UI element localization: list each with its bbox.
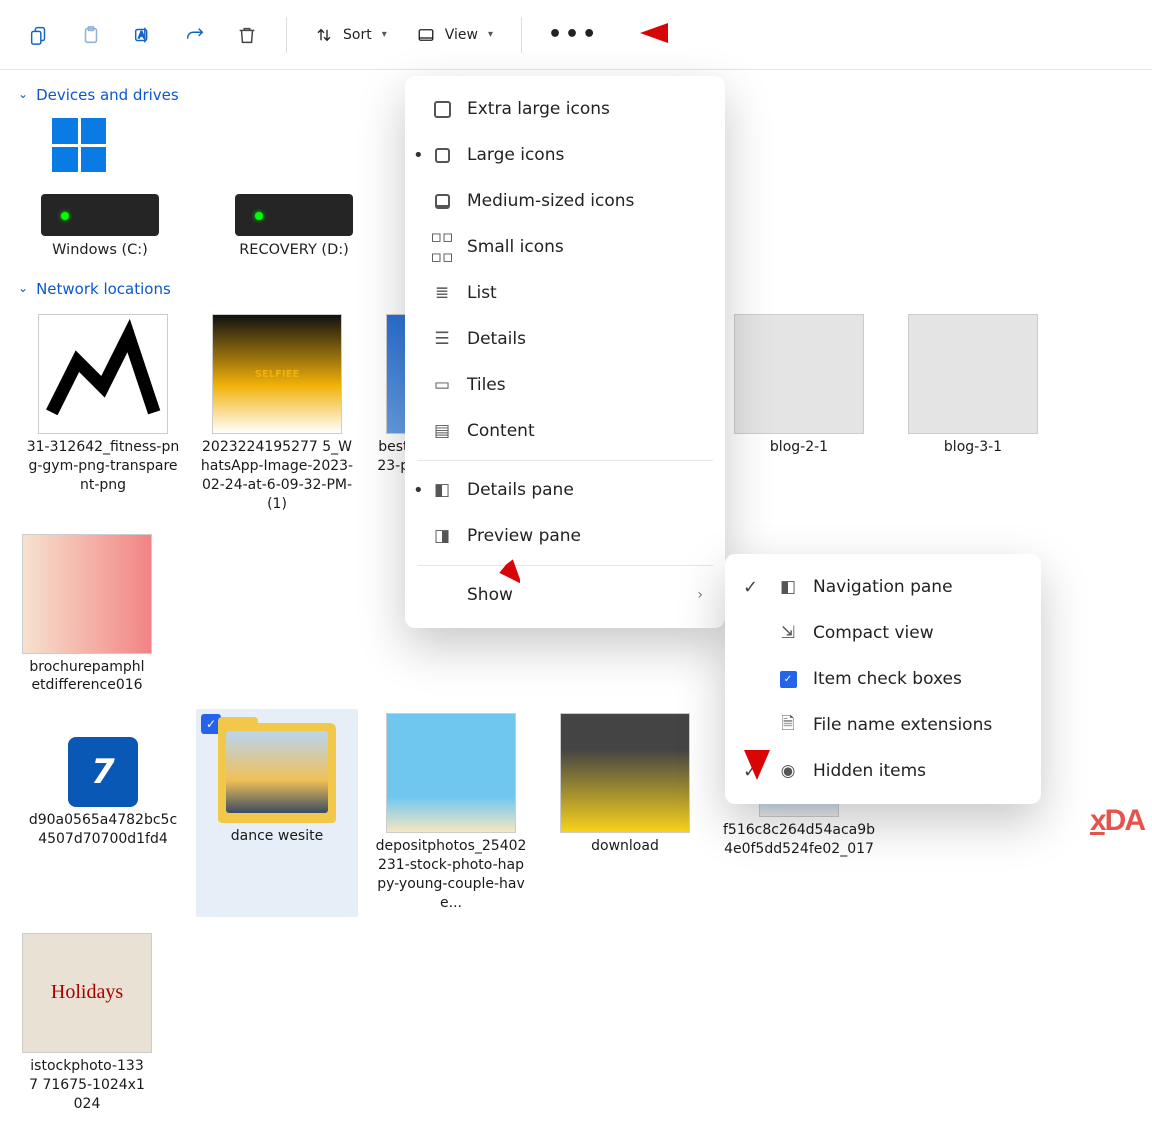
file-item[interactable]: depositphotos_25402231-stock-photo-happy… [370,709,532,917]
file-item[interactable]: download [544,709,706,917]
menu-item-extra-large[interactable]: Extra large icons [405,86,725,132]
chevron-down-icon: ▾ [382,29,387,40]
list-icon: ≣ [431,283,453,303]
thumbnail [22,534,152,654]
thumbnail: 7 [68,737,138,807]
small-icon: ▫▫▫▫ [431,227,453,267]
drive-d-icon [234,116,354,236]
thumbnail: Holidays [22,933,152,1053]
menu-item-details[interactable]: ☰Details [405,316,725,362]
paste-icon[interactable] [68,14,114,56]
rename-icon[interactable]: A [120,14,166,56]
windows-logo-icon [52,118,106,172]
watermark: xDA [1090,804,1144,838]
file-item[interactable]: blog-2-1 [718,310,880,518]
delete-icon[interactable] [224,14,270,56]
annotation-arrow [640,18,770,48]
file-item[interactable]: 31-312642_fitness-png-gym-png-transparen… [22,310,184,518]
annotation-arrow [740,610,774,780]
chevron-right-icon: › [697,587,703,603]
thumbnail [560,713,690,833]
tiles-icon: ▭ [431,375,453,395]
file-item[interactable]: blog-3-1 [892,310,1054,518]
medium-icon [431,194,453,209]
toolbar: A Sort ▾ View ▾ ••• [0,0,1152,70]
content-icon: ▤ [431,421,453,441]
extra-large-icon [431,101,453,118]
navigation-pane-icon: ◧ [777,577,799,597]
view-dropdown[interactable]: View ▾ [405,14,505,56]
sort-icon [315,26,333,44]
file-icon: 🗎 [777,711,799,740]
large-icon [431,148,453,163]
chevron-down-icon: ⌄ [18,87,28,101]
thumbnail [38,314,168,434]
file-item[interactable]: Holidaysistockphoto-1337 71675-1024x1024 [22,929,152,1118]
check-icon: ✓ [743,577,758,598]
chevron-down-icon: ⌄ [18,281,28,295]
sort-dropdown[interactable]: Sort ▾ [303,14,399,56]
folder-item-selected[interactable]: ✓ dance wesite [196,709,358,917]
thumbnail [386,713,516,833]
menu-item-content[interactable]: ▤Content [405,408,725,454]
more-button[interactable]: ••• [538,14,609,56]
drive-c[interactable]: Windows (C:) [30,116,170,258]
thumbnail: SELFIEE [212,314,342,434]
sort-label: Sort [343,27,372,43]
share-icon[interactable] [172,14,218,56]
menu-item-list[interactable]: ≣List [405,270,725,316]
annotation-arrow [410,486,520,586]
separator [521,17,522,53]
checkbox-icon [777,671,799,688]
compact-icon: ⇲ [777,623,799,643]
file-item[interactable]: 7d90a0565a4782bc5c4507d70700d1fd4 [22,709,184,917]
details-icon: ☰ [431,329,453,349]
copy-icon[interactable] [16,14,62,56]
file-item[interactable]: brochurepamphletdifference016 [22,530,152,700]
menu-item-small[interactable]: ▫▫▫▫Small icons [405,224,725,270]
menu-item-tiles[interactable]: ▭Tiles [405,362,725,408]
network-label: Network locations [36,280,171,298]
drive-d-label: RECOVERY (D:) [239,242,349,258]
view-label: View [445,27,478,43]
thumbnail [734,314,864,434]
menu-item-large[interactable]: •Large icons [405,132,725,178]
separator [286,17,287,53]
drive-d[interactable]: RECOVERY (D:) [224,116,364,258]
menu-item-medium[interactable]: Medium-sized icons [405,178,725,224]
view-icon [417,26,435,44]
menu-separator [417,460,713,461]
chevron-down-icon: ▾ [488,29,493,40]
devices-label: Devices and drives [36,86,179,104]
thumbnail [908,314,1038,434]
drive-c-icon [40,116,160,236]
hidden-icon: ◉ [777,761,799,781]
drive-c-label: Windows (C:) [52,242,148,258]
menu-item-navigation-pane[interactable]: ✓◧Navigation pane [725,564,1041,610]
folder-thumbnail [212,713,342,823]
file-item[interactable]: SELFIEE2023224195277 5_WhatsApp-Image-20… [196,310,358,518]
svg-text:A: A [138,29,145,40]
